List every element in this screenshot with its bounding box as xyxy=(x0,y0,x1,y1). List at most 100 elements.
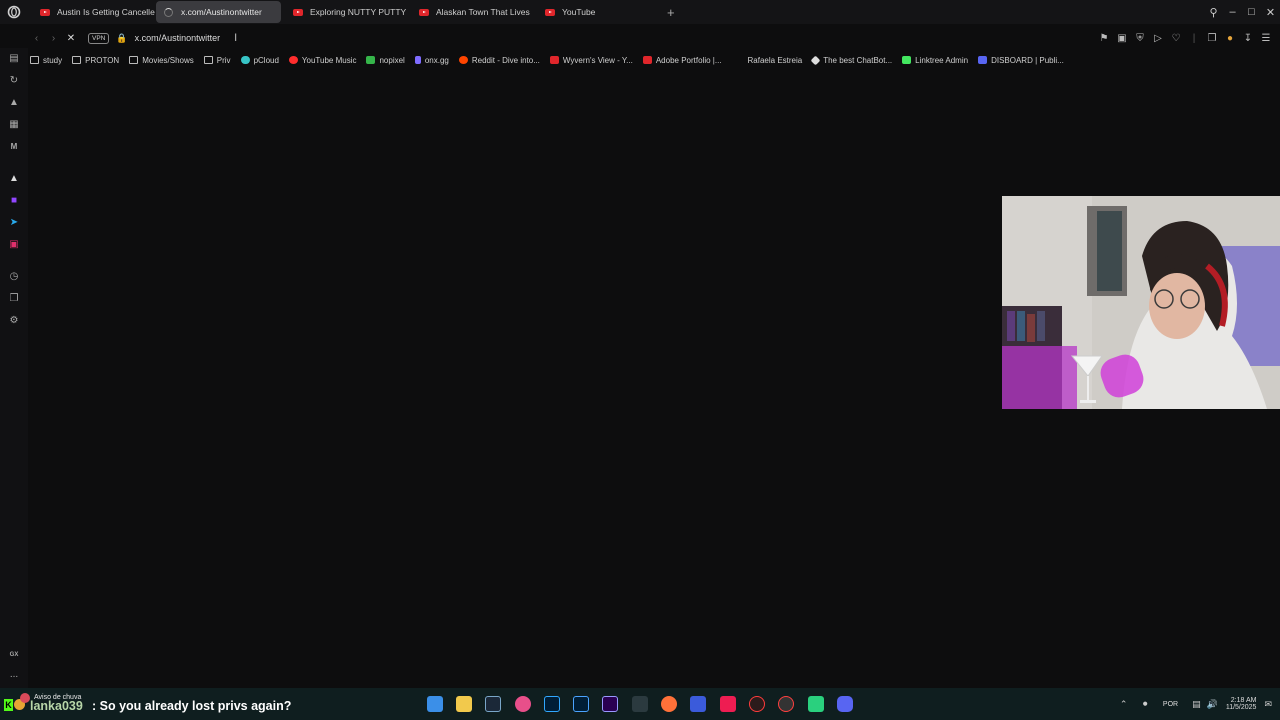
bookmark-label: Priv xyxy=(216,55,231,65)
bookmark-youtube-music[interactable]: YouTube Music xyxy=(288,55,357,65)
tab-x-com[interactable]: x.com/Austinontwitter xyxy=(156,1,281,23)
address-bar-actions: ⚑ ▣ ⛨ ▷ ♡ | ❐ ● ↧ ☰ xyxy=(1098,28,1272,48)
instagram-icon[interactable]: ▣ xyxy=(7,238,21,252)
bookmark-priv[interactable]: Priv xyxy=(203,55,231,65)
settings-icon[interactable]: ⚙ xyxy=(7,314,21,328)
windows-start-icon[interactable] xyxy=(427,696,443,712)
youtube-music-icon xyxy=(288,56,298,64)
bookmark-label: Wyvern's View - Y... xyxy=(562,55,633,65)
bookmark-disboard[interactable]: DISBOARD | Publi... xyxy=(978,56,1064,65)
hot-tabs-killer-icon[interactable]: ▦ xyxy=(7,118,21,132)
bookmark-chatbot[interactable]: The best ChatBot... xyxy=(810,55,892,65)
microphone-icon[interactable]: ⚫ xyxy=(1141,699,1149,710)
url-field[interactable]: x.com/Austinontwitter xyxy=(135,33,221,43)
instagram-app-icon[interactable] xyxy=(515,696,531,712)
bookmark-study[interactable]: study xyxy=(30,56,62,65)
obs-icon[interactable] xyxy=(778,696,794,712)
bookmark-linktree[interactable]: Linktree Admin xyxy=(902,56,968,65)
tab-label: Exploring NUTTY PUTTY xyxy=(310,7,407,17)
extensions-icon[interactable]: ❐ xyxy=(1206,33,1218,44)
tab-strip: Austin Is Getting Cancelle x.com/Austino… xyxy=(0,0,1280,24)
bookmark-nopixel[interactable]: nopixel xyxy=(366,56,405,65)
gx-control-icon[interactable]: ▤ xyxy=(7,52,21,66)
steam-icon[interactable] xyxy=(485,696,501,712)
play-icon[interactable]: ▷ xyxy=(1152,33,1164,44)
bookmark-label: Movies/Shows xyxy=(142,55,194,65)
language-indicator[interactable]: POR xyxy=(1163,701,1178,708)
app-icon[interactable] xyxy=(690,696,706,712)
bookmark-adobe[interactable]: Adobe Portfolio |... xyxy=(642,56,722,65)
stop-loading-button[interactable]: ✕ xyxy=(62,33,80,44)
tab-youtube[interactable]: YouTube xyxy=(537,1,607,23)
network-icon[interactable]: ▤ xyxy=(1192,699,1201,710)
tab-label: YouTube xyxy=(562,7,596,17)
bookmark-label: PROTON xyxy=(85,55,120,65)
pin-icon[interactable]: ⚑ xyxy=(1098,33,1110,44)
heart-icon[interactable]: ♡ xyxy=(1170,33,1182,44)
volume-icon[interactable]: 🔊 xyxy=(1207,699,1218,710)
gx-cleaner-icon[interactable]: ▲ xyxy=(7,96,21,110)
address-bar: ‹ › ✕ VPN 🔒 x.com/Austinontwitter I ⚑ ▣ … xyxy=(28,28,1280,48)
profile-avatar-icon[interactable]: ● xyxy=(1224,33,1236,44)
lightroom-classic-icon[interactable] xyxy=(573,696,589,712)
file-explorer-icon[interactable] xyxy=(456,696,472,712)
window-controls: ⚲ – □ ✕ xyxy=(1204,0,1280,24)
bookmark-label: Reddit - Dive into... xyxy=(471,55,540,65)
opera-gx-taskbar-icon[interactable] xyxy=(749,696,765,712)
photoshop-icon[interactable] xyxy=(544,696,560,712)
close-button[interactable]: ✕ xyxy=(1261,6,1280,19)
maximize-button[interactable]: □ xyxy=(1242,6,1261,18)
chatbot-icon xyxy=(810,55,821,65)
tab-alaskan-town[interactable]: Alaskan Town That Lives xyxy=(411,1,537,23)
youtube-icon xyxy=(545,8,555,16)
bookmark-onx[interactable]: onx.gg xyxy=(414,56,449,65)
date: 11/5/2025 xyxy=(1225,704,1257,711)
extensions-sidebar-icon[interactable]: ❐ xyxy=(7,292,21,306)
minimize-button[interactable]: – xyxy=(1223,6,1242,18)
shield-icon[interactable]: ⛨ xyxy=(1134,33,1146,44)
history-icon[interactable]: ◷ xyxy=(7,270,21,284)
divider: | xyxy=(1192,32,1196,44)
menu-icon[interactable]: ☰ xyxy=(1260,33,1272,44)
tab-austin[interactable]: Austin Is Getting Cancelle xyxy=(32,1,156,23)
gx-mods-icon[interactable]: M xyxy=(7,140,21,154)
discord-icon[interactable] xyxy=(837,696,853,712)
bookmark-proton[interactable]: PROTON xyxy=(72,56,119,65)
gx-label[interactable]: GX xyxy=(7,648,21,662)
clock[interactable]: 2:18 AM 11/5/2025 xyxy=(1226,697,1257,711)
forward-button[interactable]: › xyxy=(45,33,62,44)
premiere-icon[interactable] xyxy=(602,696,618,712)
lock-icon[interactable]: 🔒 xyxy=(116,33,127,44)
search-tabs-icon[interactable]: ⚲ xyxy=(1204,6,1223,19)
app-green-icon[interactable] xyxy=(808,696,824,712)
new-tab-button[interactable]: + xyxy=(667,5,675,20)
vpn-badge[interactable]: VPN xyxy=(88,32,110,44)
tab-nutty-putty[interactable]: Exploring NUTTY PUTTY xyxy=(285,1,411,23)
firefox-icon[interactable] xyxy=(661,696,677,712)
tiktok-icon[interactable] xyxy=(720,696,736,712)
telegram-icon[interactable]: ➤ xyxy=(7,216,21,230)
opera-gx-logo-icon[interactable] xyxy=(0,0,28,24)
bookmark-movies-shows[interactable]: Movies/Shows xyxy=(129,56,194,65)
chat-username: lanka039 xyxy=(30,699,83,713)
tab-label: Austin Is Getting Cancelle xyxy=(57,7,155,17)
back-button[interactable]: ‹ xyxy=(28,33,45,44)
aria-icon[interactable]: ▲ xyxy=(7,172,21,186)
bookmark-rafaela[interactable]: Rafaela Estreia xyxy=(748,56,803,65)
time: 2:18 AM xyxy=(1230,697,1257,704)
twitch-icon[interactable]: ■ xyxy=(7,194,21,208)
more-icon[interactable]: ... xyxy=(7,668,21,682)
sidebar: ▤ ↻ ▲ ▦ M ▲ ■ ➤ ▣ ◷ ❐ ⚙ GX ... xyxy=(0,48,28,688)
gx-corner-icon[interactable]: ↻ xyxy=(7,74,21,88)
bookmark-reddit[interactable]: Reddit - Dive into... xyxy=(458,55,540,65)
chevron-up-icon[interactable]: ⌃ xyxy=(1120,699,1128,710)
adobe-icon xyxy=(642,56,652,64)
tool-icon[interactable] xyxy=(632,696,648,712)
snapshot-icon[interactable]: ▣ xyxy=(1116,33,1128,44)
disboard-icon xyxy=(978,56,988,64)
bookmark-wyvern[interactable]: Wyvern's View - Y... xyxy=(549,55,633,65)
notification-icon[interactable]: ✉ xyxy=(1264,699,1272,710)
bookmark-label: YouTube Music xyxy=(301,55,357,65)
bookmark-pcloud[interactable]: pCloud xyxy=(240,56,279,65)
download-icon[interactable]: ↧ xyxy=(1242,33,1254,44)
